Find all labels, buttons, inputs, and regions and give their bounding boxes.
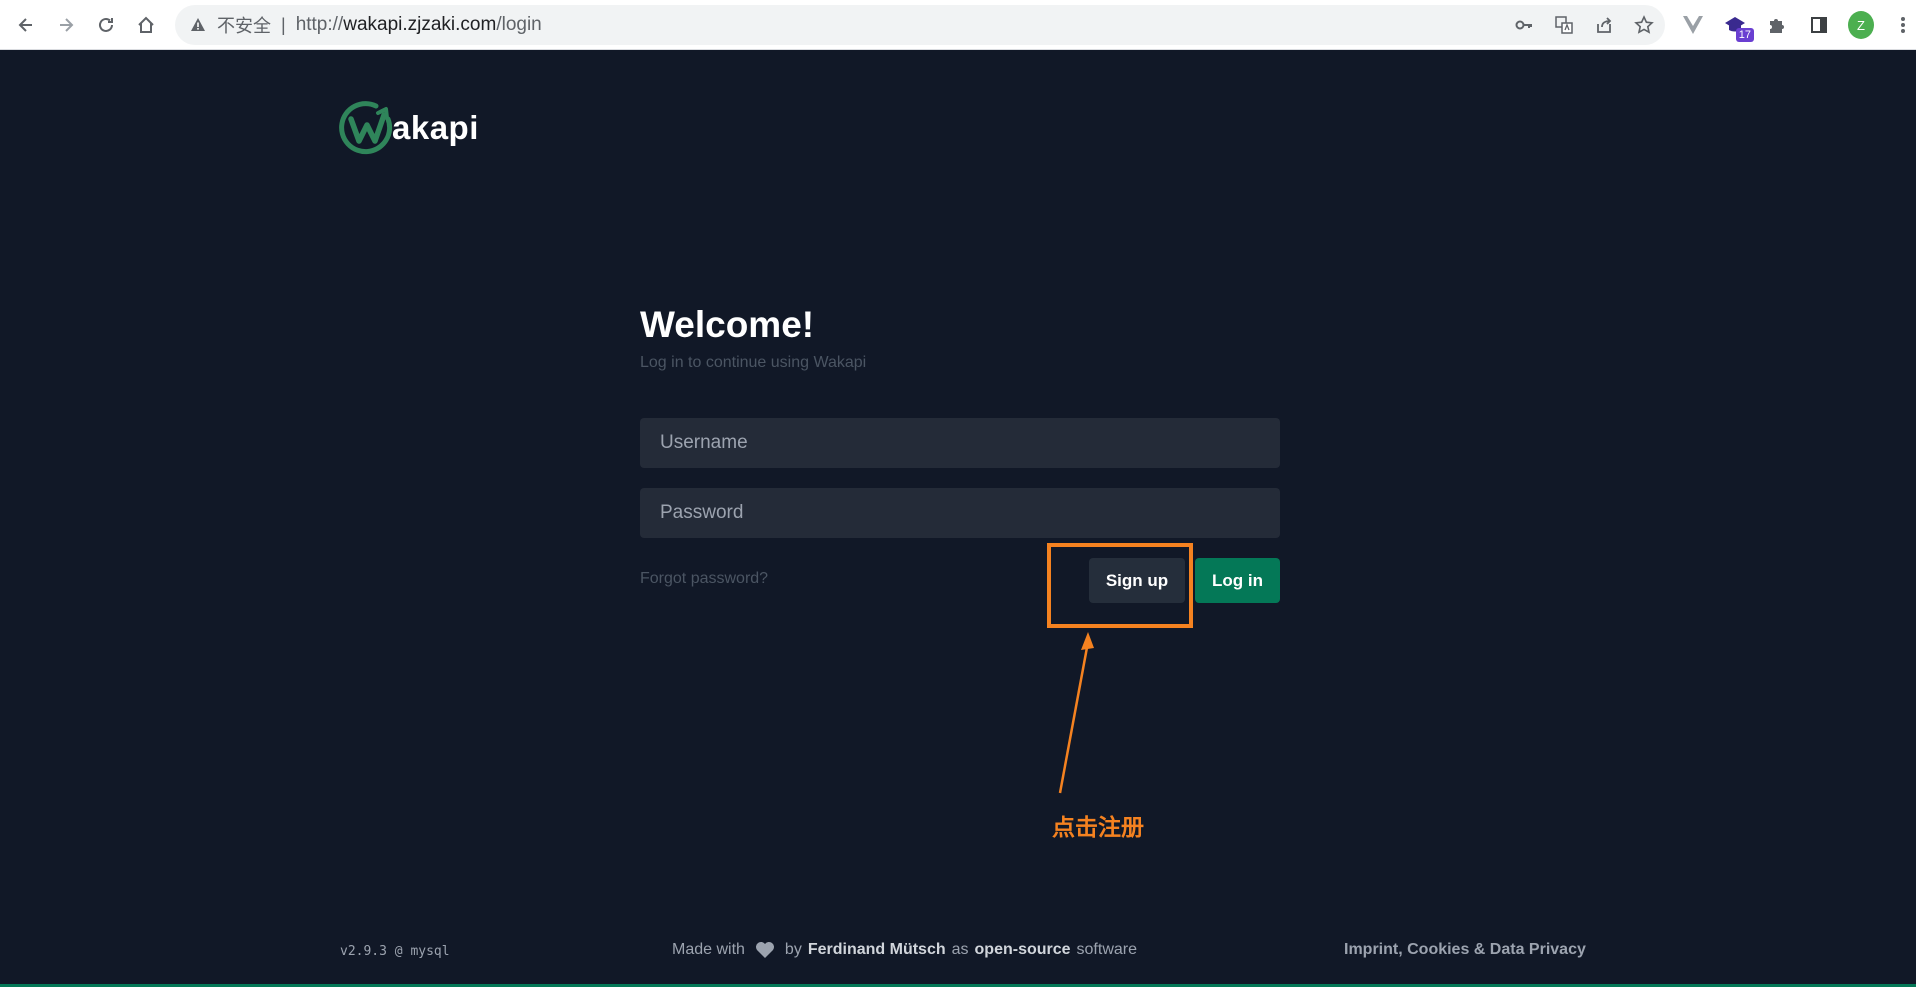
logo-text: akapi — [392, 109, 479, 146]
extension-badge-count: 17 — [1735, 28, 1754, 42]
extensions-area: 17 Z — [1680, 7, 1916, 43]
browser-toolbar: 不安全 | http://wakapi.zjzaki.com/login 17 … — [0, 0, 1916, 50]
address-bar-actions — [1513, 5, 1655, 45]
log-in-button[interactable]: Log in — [1195, 558, 1280, 603]
software-text: software — [1076, 941, 1137, 958]
more-vert-icon[interactable] — [1890, 12, 1916, 38]
url-host: wakapi.zjzaki.com — [343, 14, 497, 35]
insecure-label[interactable]: 不安全 — [217, 12, 271, 38]
arrow-right-icon — [60, 18, 74, 32]
reload-button[interactable] — [88, 7, 124, 43]
warning-triangle-icon[interactable] — [189, 16, 207, 34]
reload-icon — [99, 17, 113, 32]
translate-icon[interactable] — [1553, 14, 1575, 36]
annotation-arrow-icon — [1058, 632, 1094, 794]
page-title: Welcome! — [640, 304, 815, 345]
as-text: as — [951, 941, 969, 958]
author-link[interactable]: Ferdinand Mütsch — [808, 941, 946, 959]
back-button[interactable] — [8, 7, 44, 43]
side-panel-icon[interactable] — [1806, 12, 1832, 38]
password-input[interactable] — [640, 488, 1280, 538]
page-subtitle: Log in to continue using Wakapi — [640, 354, 867, 371]
annotation-label: 点击注册 — [1052, 815, 1144, 841]
version-label: v2.9.3 @ mysql — [340, 944, 450, 959]
url-separator: | — [281, 14, 286, 35]
wakapi-logo[interactable]: akapi — [338, 99, 479, 157]
forward-button[interactable] — [48, 7, 84, 43]
puzzle-icon[interactable] — [1764, 12, 1790, 38]
profile-avatar[interactable]: Z — [1848, 11, 1874, 39]
address-bar[interactable]: 不安全 | http://wakapi.zjzaki.com/login — [175, 5, 1665, 45]
heart-icon — [755, 941, 775, 959]
url-text[interactable]: http://wakapi.zjzaki.com/login — [296, 14, 542, 36]
star-icon[interactable] — [1633, 14, 1655, 36]
footer-credits: Made with by Ferdinand Mütsch as open-so… — [672, 941, 1137, 959]
vue-devtools-icon[interactable] — [1680, 12, 1706, 38]
wakapi-logo-icon — [339, 101, 393, 155]
username-input[interactable] — [640, 418, 1280, 468]
open-source-link[interactable]: open-source — [975, 941, 1071, 959]
key-icon[interactable] — [1513, 14, 1535, 36]
legal-link[interactable]: Imprint, Cookies & Data Privacy — [1344, 941, 1586, 959]
url-path: /login — [496, 14, 542, 35]
made-with-text: Made with — [672, 941, 745, 958]
extension-badge-icon[interactable]: 17 — [1722, 12, 1754, 42]
home-icon — [138, 16, 154, 33]
annotation-highlight-box — [1047, 543, 1193, 628]
forgot-password-link[interactable]: Forgot password? — [640, 570, 768, 588]
by-text: by — [784, 941, 802, 958]
profile-initial: Z — [1848, 11, 1874, 39]
home-button[interactable] — [128, 7, 164, 43]
share-icon[interactable] — [1593, 14, 1615, 36]
url-prefix: http:// — [295, 14, 344, 35]
arrow-left-icon — [18, 18, 32, 32]
